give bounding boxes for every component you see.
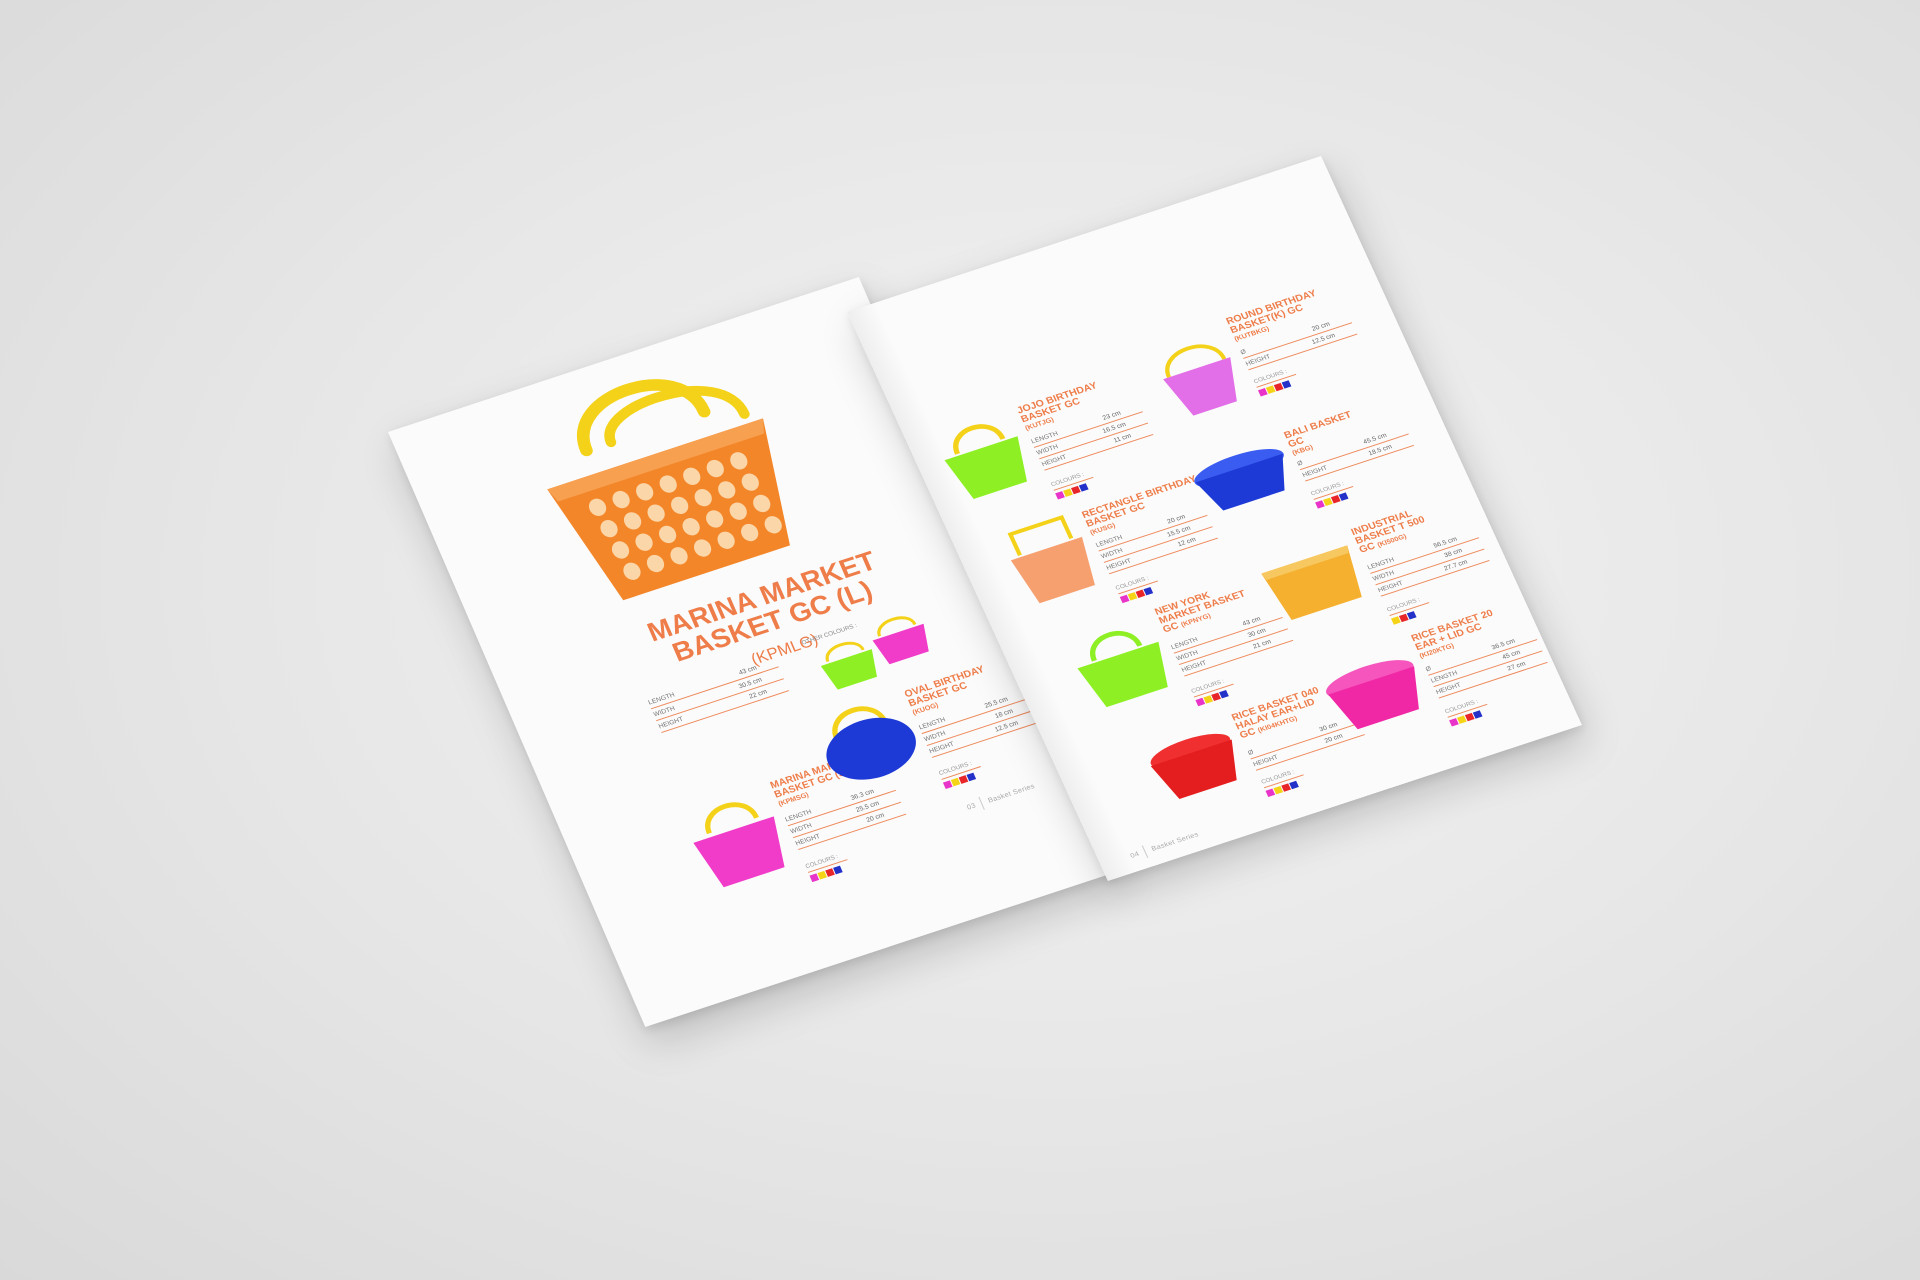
- colours-marina-small: COLOURS :: [804, 851, 852, 883]
- colours-round-birthday: COLOURS :: [1253, 366, 1300, 397]
- spec-label: HEIGHT: [657, 715, 685, 731]
- spec-label: Ø: [1239, 348, 1248, 357]
- page-footer-right: 04Basket Series: [1129, 831, 1200, 860]
- spec-value: 18.5 cm: [1367, 443, 1394, 458]
- colours-oval: COLOURS :: [938, 758, 985, 790]
- spec-value: 21 cm: [1251, 638, 1273, 651]
- colours-rice-040: COLOURS :: [1260, 767, 1308, 797]
- page-footer-left: 03Basket Series: [966, 783, 1037, 812]
- spec-value: 20 cm: [1323, 732, 1344, 745]
- spec-label: Ø: [1424, 665, 1433, 674]
- round-birthday-basket-image: [1145, 329, 1256, 425]
- spec-label: Ø: [1247, 748, 1255, 757]
- bali-basket-image: [1185, 437, 1303, 520]
- spec-value: 27.7 cm: [1443, 558, 1469, 573]
- brochure-mockup: MARINA MARKET BASKET GC (L) (KPMLG) LENG…: [0, 0, 1920, 1280]
- colours-industrial: COLOURS :: [1386, 595, 1433, 625]
- spec-label: HEIGHT: [928, 740, 956, 756]
- spec-value: 20 cm: [865, 811, 886, 824]
- colours-bali: COLOURS :: [1310, 479, 1357, 509]
- colours-rice-20: COLOURS :: [1444, 696, 1491, 727]
- spec-label: Ø: [1296, 459, 1305, 468]
- spec-value: 11 cm: [1112, 432, 1133, 445]
- spec-value: 22 cm: [748, 688, 769, 701]
- colours-new-york: COLOURS :: [1190, 676, 1238, 707]
- spec-value: 12.5 cm: [993, 719, 1020, 734]
- spec-value: 27 cm: [1506, 660, 1527, 673]
- spec-value: 12 cm: [1176, 536, 1197, 549]
- colours-jojo: COLOURS :: [1050, 469, 1097, 500]
- rice-basket-040-image: [1139, 721, 1254, 807]
- spec-value: 12.5 cm: [1310, 332, 1337, 346]
- colours-rectangle: COLOURS :: [1114, 573, 1162, 604]
